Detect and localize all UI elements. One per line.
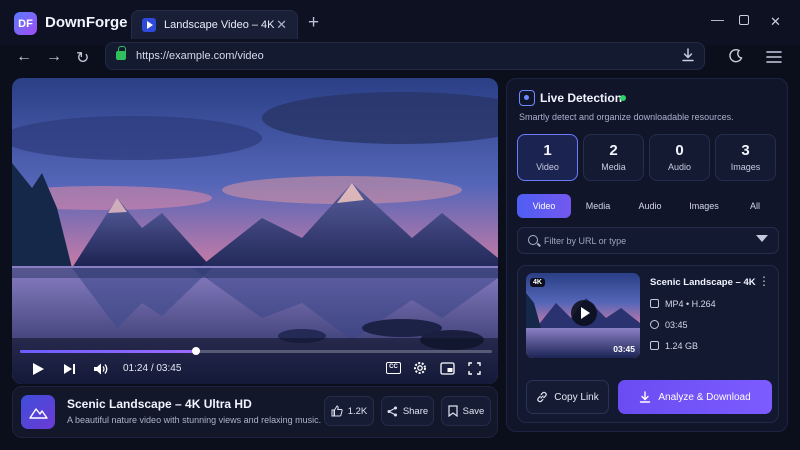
picture-in-picture-icon[interactable] xyxy=(440,362,455,375)
address-bar[interactable]: https://example.com/video xyxy=(105,42,705,70)
copy-link-label: Copy Link xyxy=(554,391,599,403)
mountain-icon xyxy=(29,408,48,419)
title-bar: DF DownForge Landscape Video – 4K ✕ + — … xyxy=(0,0,800,46)
captions-icon[interactable]: CC xyxy=(386,362,401,374)
new-tab-icon[interactable]: + xyxy=(308,12,319,34)
clock-icon xyxy=(650,320,659,329)
resource-format: MP4 • H.264 xyxy=(650,299,716,309)
progress-fill xyxy=(20,350,197,353)
download-label: Analyze & Download xyxy=(658,391,751,403)
resource-title: Scenic Landscape – 4K xyxy=(650,277,756,288)
stat-label: Images xyxy=(730,162,761,172)
download-icon[interactable] xyxy=(680,47,696,63)
stat-media[interactable]: 2 Media xyxy=(583,134,644,181)
share-icon xyxy=(387,406,397,416)
format-text: MP4 • H.264 xyxy=(665,299,716,309)
time-display: 01:24 / 03:45 xyxy=(123,363,181,374)
stat-label: Media xyxy=(601,162,626,172)
stat-label: Video xyxy=(536,162,559,172)
search-icon xyxy=(528,235,538,245)
stat-count: 3 xyxy=(741,142,750,159)
more-options-icon[interactable]: ⋮ xyxy=(758,274,770,288)
link-icon xyxy=(537,391,548,403)
save-label: Save xyxy=(462,405,485,417)
file-icon xyxy=(650,299,659,308)
video-icon xyxy=(142,18,156,32)
video-title: Scenic Landscape – 4K Ultra HD xyxy=(67,397,252,411)
quality-badge: 4K xyxy=(530,278,545,287)
tab-title: Landscape Video – 4K xyxy=(164,19,275,31)
navigation-bar: ← → ↻ https://example.com/video xyxy=(0,42,800,76)
theme-toggle-icon[interactable] xyxy=(728,48,744,64)
panel-subtitle: Smartly detect and organize downloadable… xyxy=(519,112,734,122)
detection-panel: Live Detection Smartly detect and organi… xyxy=(506,78,788,432)
like-button[interactable]: 1.2K xyxy=(324,396,374,426)
bookmark-icon xyxy=(448,405,458,417)
panel-title: Live Detection xyxy=(540,91,623,105)
app-logo: DF xyxy=(14,12,37,35)
size-text: 1.24 GB xyxy=(665,341,699,351)
tab-images[interactable]: Images xyxy=(679,194,729,218)
total-time: 03:45 xyxy=(156,363,182,374)
video-player[interactable]: 01:24 / 03:45 CC xyxy=(12,78,498,384)
reload-icon[interactable]: ↻ xyxy=(76,48,89,68)
play-icon[interactable] xyxy=(571,300,597,326)
maximize-icon[interactable] xyxy=(739,15,749,25)
download-icon xyxy=(640,391,651,403)
detection-icon xyxy=(519,90,535,106)
tab-close-icon[interactable]: ✕ xyxy=(276,17,287,33)
stat-audio[interactable]: 0 Audio xyxy=(649,134,710,181)
length-text: 03:45 xyxy=(665,320,688,330)
tab-all[interactable]: All xyxy=(731,194,779,218)
minimize-icon[interactable]: — xyxy=(711,12,724,27)
storage-icon xyxy=(650,341,659,350)
like-count: 1.2K xyxy=(347,405,368,417)
volume-icon[interactable] xyxy=(93,362,108,376)
play-icon[interactable] xyxy=(31,362,45,376)
analyze-download-button[interactable]: Analyze & Download xyxy=(618,380,772,414)
settings-gear-icon[interactable] xyxy=(413,361,427,375)
channel-avatar xyxy=(21,395,55,429)
resource-size: 1.24 GB xyxy=(650,341,698,351)
thumbnail-duration: 03:45 xyxy=(613,344,635,354)
share-button[interactable]: Share xyxy=(381,396,434,426)
live-status-dot xyxy=(620,95,626,101)
resource-length: 03:45 xyxy=(650,320,688,330)
progress-bar[interactable] xyxy=(20,347,492,355)
fullscreen-icon[interactable] xyxy=(468,362,481,375)
resource-item: 4K 03:45 Scenic Landscape – 4K ⋮ MP4 • H… xyxy=(517,265,779,423)
stat-count: 1 xyxy=(543,142,552,159)
save-button[interactable]: Save xyxy=(441,396,491,426)
tab-audio[interactable]: Audio xyxy=(625,194,675,218)
browser-tab[interactable]: Landscape Video – 4K ✕ xyxy=(131,10,298,39)
video-info-card: Scenic Landscape – 4K Ultra HD A beautif… xyxy=(12,386,498,438)
share-label: Share xyxy=(402,405,429,417)
stat-count: 2 xyxy=(609,142,618,159)
thumbs-up-icon xyxy=(331,405,343,417)
app-name: DownForge xyxy=(45,14,128,31)
url-text[interactable]: https://example.com/video xyxy=(136,50,264,62)
copy-link-button[interactable]: Copy Link xyxy=(526,380,609,414)
tab-media[interactable]: Media xyxy=(573,194,623,218)
filter-search xyxy=(517,227,779,254)
current-time: 01:24 xyxy=(123,363,149,374)
progress-handle[interactable] xyxy=(192,347,201,355)
menu-icon[interactable] xyxy=(766,50,782,64)
filter-tabs: Video Media Audio Images All xyxy=(517,194,779,218)
back-icon[interactable]: ← xyxy=(16,48,32,66)
stat-count: 0 xyxy=(675,142,684,159)
video-description: A beautiful nature video with stunning v… xyxy=(67,415,322,425)
forward-icon[interactable]: → xyxy=(46,48,62,66)
lock-icon xyxy=(116,46,126,60)
stat-images[interactable]: 3 Images xyxy=(715,134,776,181)
stat-video[interactable]: 1 Video xyxy=(517,134,578,181)
filter-icon[interactable] xyxy=(756,235,768,242)
stat-label: Audio xyxy=(667,162,692,172)
video-frame[interactable] xyxy=(12,78,498,384)
tab-video[interactable]: Video xyxy=(517,194,571,218)
close-window-icon[interactable]: ✕ xyxy=(770,14,781,30)
resource-thumbnail[interactable]: 4K 03:45 xyxy=(526,273,640,358)
next-icon[interactable] xyxy=(63,363,76,375)
search-input[interactable] xyxy=(544,233,744,249)
